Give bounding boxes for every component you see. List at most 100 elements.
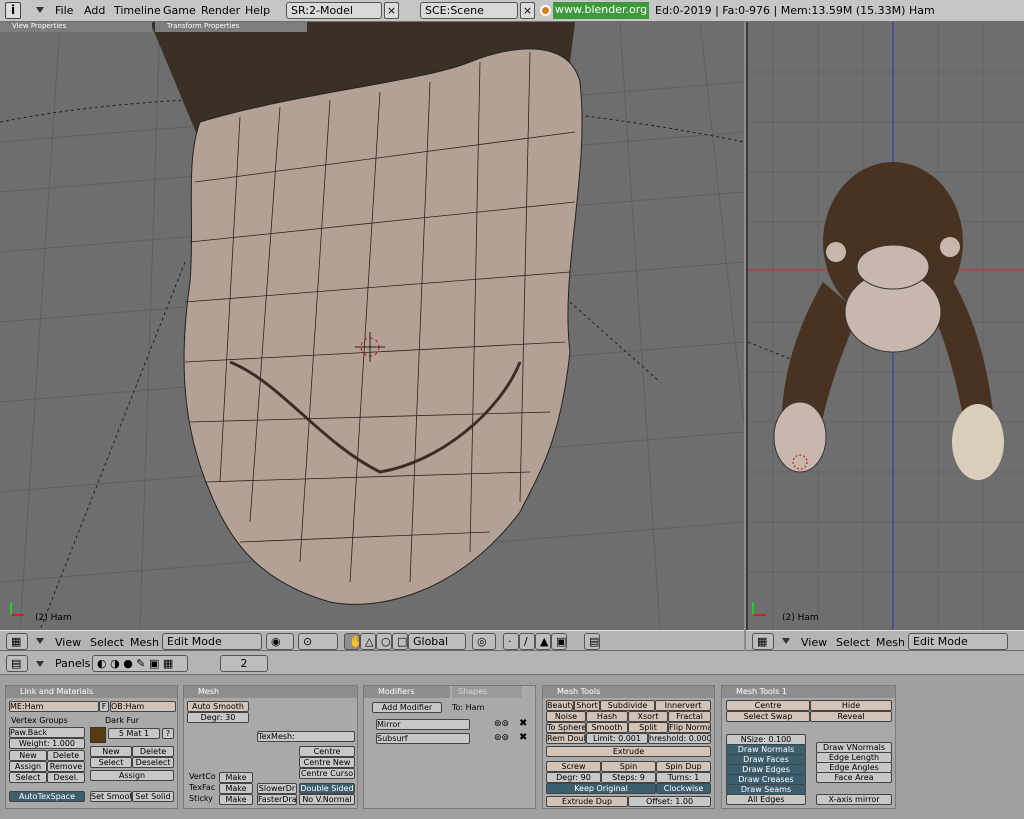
face-area-toggle[interactable]: Face Area (816, 772, 892, 783)
hash-button[interactable]: Hash (586, 711, 628, 722)
occlude-icon[interactable]: ▣ (551, 633, 567, 650)
double-sided-toggle[interactable]: Double Sided (299, 783, 355, 794)
editor-type-button[interactable]: ▦ (752, 633, 774, 650)
vgroup-delete-button[interactable]: Delete (47, 750, 85, 761)
select-mode-face-icon[interactable]: ▲ (535, 633, 551, 650)
context-buttons[interactable]: ◐ ◑ ● ✎ ▣ ▦ (92, 655, 188, 672)
frame-field[interactable]: 2 (220, 655, 268, 672)
make-sticky-button[interactable]: Make (219, 794, 253, 805)
vgroup-deselect-button[interactable]: Desel. (47, 772, 85, 783)
short-toggle[interactable]: Short (574, 700, 600, 711)
extrude-button[interactable]: Extrude (546, 746, 711, 757)
editor-type-button[interactable]: ▤ (6, 655, 28, 672)
tab-transform-properties[interactable]: Transform Properties (155, 22, 307, 32)
render-icon[interactable]: ▤ (584, 633, 600, 650)
weight-field[interactable]: Weight: 1.000 (9, 738, 85, 749)
texmesh-field[interactable]: TexMesh: (257, 731, 355, 742)
info-icon[interactable]: i (5, 2, 21, 19)
subdivide-button[interactable]: Subdivide (600, 700, 655, 711)
material-new-button[interactable]: New (90, 746, 132, 757)
offset-field[interactable]: Offset: 1.00 (628, 796, 711, 807)
menu-select[interactable]: Select (836, 636, 870, 649)
menu-select[interactable]: Select (90, 636, 124, 649)
material-assign-button[interactable]: Assign (90, 770, 174, 781)
scale-icon[interactable]: □ (392, 633, 408, 650)
vertex-group-selector[interactable]: Paw.Back (9, 727, 85, 738)
mode-selector[interactable]: Edit Mode (908, 633, 1008, 650)
menu-view[interactable]: View (801, 636, 827, 649)
autotexspace-button[interactable]: AutoTexSpace (9, 791, 85, 802)
material-color-swatch[interactable] (90, 727, 106, 743)
mode-selector[interactable]: Edit Mode (162, 633, 262, 650)
fake-user-button[interactable]: F (99, 701, 109, 712)
tab-modifiers[interactable]: Modifiers (364, 686, 450, 698)
spin-button[interactable]: Spin (601, 761, 656, 772)
screen-selector[interactable]: SR:2-Model (286, 2, 382, 19)
remove-modifier-icon[interactable]: ✖ (519, 732, 527, 743)
material-deselect-button[interactable]: Deselect (132, 757, 174, 768)
clockwise-toggle[interactable]: Clockwise (656, 783, 711, 794)
select-mode-edge-icon[interactable]: / (519, 633, 535, 650)
make-vertco-button[interactable]: Make (219, 772, 253, 783)
autosmooth-toggle[interactable]: Auto Smooth (187, 701, 249, 712)
mirror-modifier[interactable]: Mirror (376, 719, 470, 730)
modifier-down-icon[interactable]: ⊚⊚ (494, 733, 509, 743)
chevron-down-icon[interactable] (36, 661, 44, 667)
fractal-button[interactable]: Fractal (668, 711, 711, 722)
tab-view-properties[interactable]: View Properties (0, 22, 152, 32)
make-texfac-button[interactable]: Make (219, 783, 253, 794)
menu-view[interactable]: View (55, 636, 81, 649)
subsurf-modifier[interactable]: Subsurf (376, 733, 470, 744)
modifier-up-icon[interactable]: ⊚⊚ (494, 719, 509, 729)
help-button[interactable]: ? (162, 728, 174, 739)
menu-mesh[interactable]: Mesh (130, 636, 159, 649)
x-axis-mirror-toggle[interactable]: X-axis mirror (816, 794, 892, 805)
menu-timeline[interactable]: Timeline (114, 4, 161, 17)
set-smooth-button[interactable]: Set Smoot (90, 791, 132, 802)
split-button[interactable]: Split (628, 722, 668, 733)
hide-button[interactable]: Hide (810, 700, 892, 711)
faster-draw-button[interactable]: FasterDra (257, 794, 297, 805)
proportional-edit-button[interactable]: ◎ (472, 633, 496, 650)
site-link[interactable]: www.blender.org 242 (553, 2, 649, 19)
vgroup-new-button[interactable]: New (9, 750, 47, 761)
innervert-button[interactable]: Innervert (655, 700, 711, 711)
left-3d-viewport[interactable]: View Properties Transform Properties (2)… (0, 22, 744, 630)
autosmooth-degree-field[interactable]: Degr: 30 (187, 712, 249, 723)
object-name-field[interactable]: OB:Ham (110, 701, 176, 712)
flip-normals-button[interactable]: Flip Norma (668, 722, 711, 733)
tab-shapes[interactable]: Shapes (452, 686, 522, 698)
material-slot-selector[interactable]: 5 Mat 1 (108, 728, 160, 739)
screw-button[interactable]: Screw (546, 761, 601, 772)
menu-render[interactable]: Render (201, 4, 240, 17)
menu-mesh[interactable]: Mesh (876, 636, 905, 649)
orientation-selector[interactable]: Global (408, 633, 466, 650)
add-modifier-button[interactable]: Add Modifier (372, 702, 442, 713)
menu-file[interactable]: File (55, 4, 73, 17)
editor-type-button[interactable]: ▦ (6, 633, 28, 650)
spin-degree-field[interactable]: Degr: 90 (546, 772, 601, 783)
draw-type-button[interactable]: ◉ (266, 633, 294, 650)
mesh-name-field[interactable]: ME:Ham (9, 701, 99, 712)
select-swap-button[interactable]: Select Swap (726, 711, 810, 722)
chevron-down-icon[interactable] (36, 638, 44, 644)
extrude-dup-button[interactable]: Extrude Dup (546, 796, 628, 807)
beauty-toggle[interactable]: Beauty (546, 700, 574, 711)
reveal-button[interactable]: Reveal (810, 711, 892, 722)
noise-button[interactable]: Noise (546, 711, 586, 722)
centre-button[interactable]: Centre (299, 746, 355, 757)
xsort-button[interactable]: Xsort (628, 711, 668, 722)
menu-game[interactable]: Game (163, 4, 196, 17)
manipulator-hand-icon[interactable]: ✋ (344, 633, 360, 650)
centre-cursor-button[interactable]: Centre Curso (299, 768, 355, 779)
rotate-icon[interactable]: ○ (376, 633, 392, 650)
menu-help[interactable]: Help (245, 4, 270, 17)
centre-button[interactable]: Centre (726, 700, 810, 711)
pivot-button[interactable]: ⊙ (298, 633, 338, 650)
steps-field[interactable]: Steps: 9 (601, 772, 656, 783)
close-screen-button[interactable]: × (384, 2, 399, 19)
scene-selector[interactable]: SCE:Scene (420, 2, 518, 19)
slower-draw-button[interactable]: SlowerDr (257, 783, 297, 794)
turns-field[interactable]: Turns: 1 (656, 772, 711, 783)
keep-original-toggle[interactable]: Keep Original (546, 783, 656, 794)
